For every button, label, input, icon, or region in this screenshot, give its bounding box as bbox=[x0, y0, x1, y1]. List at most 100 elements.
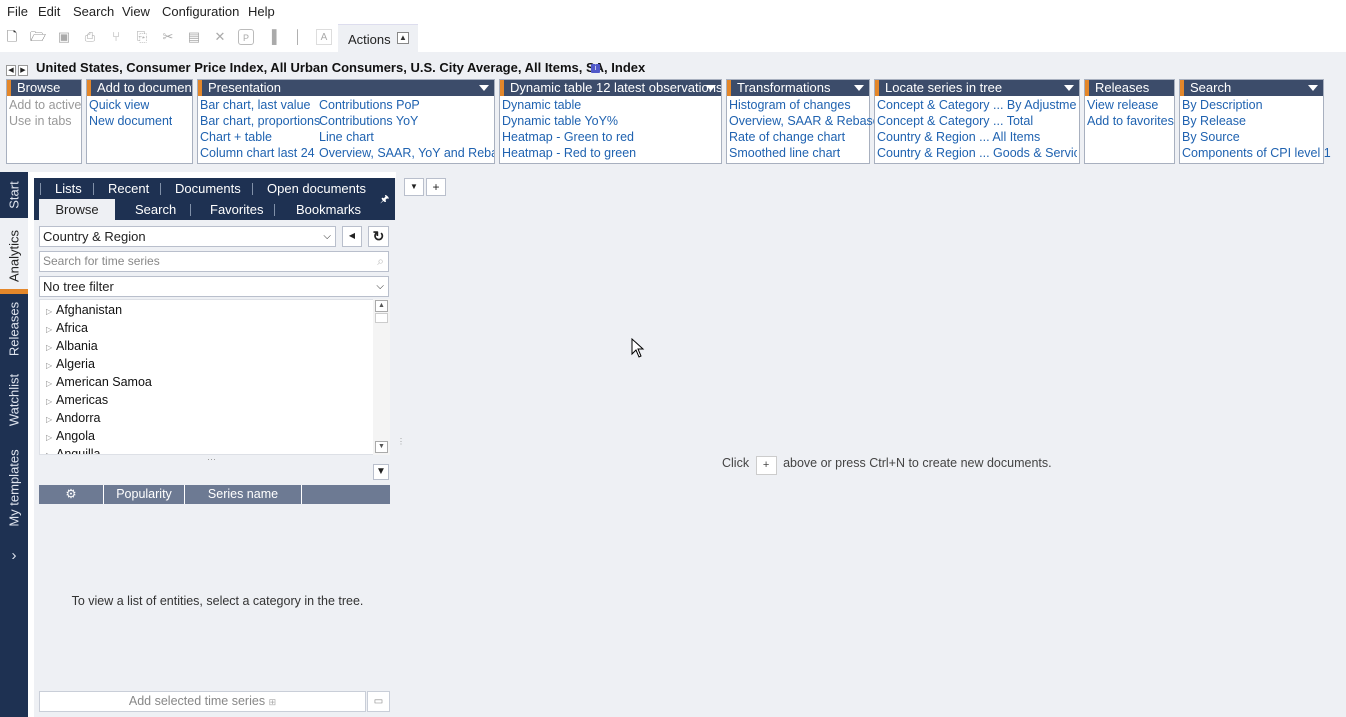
dropdown-icon[interactable] bbox=[1064, 85, 1074, 91]
splitter-handle[interactable]: ⋮ bbox=[397, 438, 405, 454]
dynamic-table-item[interactable]: Heatmap - Green to red bbox=[502, 129, 634, 145]
scroll-down-icon[interactable]: ▼ bbox=[375, 441, 388, 453]
scroll-thumb[interactable] bbox=[375, 313, 388, 323]
expand-icon[interactable]: ▷ bbox=[46, 448, 56, 454]
tree-node[interactable]: ▷ Andorra bbox=[46, 410, 100, 428]
side-tab-analytics[interactable]: Analytics bbox=[0, 218, 28, 294]
transformation-item[interactable]: Smoothed line chart bbox=[729, 145, 840, 161]
column-popularity[interactable]: Popularity bbox=[104, 485, 185, 504]
add-selected-button[interactable]: Add selected time series ⊞ bbox=[39, 691, 366, 712]
dropdown-icon[interactable] bbox=[1308, 85, 1318, 91]
tab-bookmarks[interactable]: Bookmarks bbox=[296, 202, 361, 217]
tree-node[interactable]: ▷ Algeria bbox=[46, 356, 95, 374]
expand-icon[interactable]: ▷ bbox=[46, 430, 56, 446]
actions-tab[interactable]: Actions ▲ bbox=[338, 24, 418, 52]
tree-scrollbar[interactable]: ▲ ▼ bbox=[373, 299, 390, 455]
search-item[interactable]: By Release bbox=[1182, 113, 1246, 129]
prev-icon[interactable]: ◀ bbox=[6, 65, 16, 76]
series-search-input[interactable]: Search for time series ⌕ bbox=[39, 251, 389, 272]
tab-recent[interactable]: Recent bbox=[108, 181, 149, 196]
view-release-action[interactable]: View release bbox=[1087, 97, 1158, 113]
tree-node[interactable]: ▷ Albania bbox=[46, 338, 98, 356]
group-header[interactable]: Search bbox=[1180, 80, 1323, 96]
expand-icon[interactable]: ▷ bbox=[46, 322, 56, 338]
column-icon[interactable]: │ bbox=[290, 29, 306, 45]
transformation-item[interactable]: Overview, SAAR & Rebase bbox=[729, 113, 880, 129]
expand-chevron-icon[interactable]: › bbox=[0, 544, 28, 568]
menu-help[interactable]: Help bbox=[248, 4, 275, 19]
menu-edit[interactable]: Edit bbox=[38, 4, 60, 19]
side-tab-start[interactable]: Start bbox=[0, 172, 28, 218]
expand-icon[interactable]: ▷ bbox=[46, 394, 56, 410]
open-folder-icon[interactable]: 🗁 bbox=[30, 29, 46, 45]
tab-lists[interactable]: Lists bbox=[55, 181, 82, 196]
search-item[interactable]: Components of CPI level 1 bbox=[1182, 145, 1331, 161]
toggle-icon[interactable]: ▭ bbox=[367, 691, 390, 712]
presentation-item[interactable]: Column chart last 24 bbox=[200, 145, 315, 161]
scroll-up-icon[interactable]: ▲ bbox=[375, 300, 388, 312]
dropdown-icon[interactable] bbox=[854, 85, 864, 91]
quick-view-action[interactable]: Quick view bbox=[89, 97, 149, 113]
expand-icon[interactable]: ▷ bbox=[46, 358, 56, 374]
tree-node[interactable]: ▷Anguilla bbox=[46, 446, 100, 454]
group-header[interactable]: Presentation bbox=[198, 80, 494, 96]
side-tab-watchlist[interactable]: Watchlist bbox=[0, 364, 28, 436]
transformation-item[interactable]: Rate of change chart bbox=[729, 129, 845, 145]
expand-icon[interactable]: ▷ bbox=[46, 412, 56, 428]
expand-icon[interactable]: ▷ bbox=[46, 376, 56, 392]
use-in-tabs-action[interactable]: Use in tabs bbox=[9, 113, 72, 129]
chart-icon[interactable]: ▐ bbox=[264, 29, 280, 45]
tree-node[interactable]: ▷ Americas bbox=[46, 392, 108, 410]
resize-grip-icon[interactable]: ⋯ bbox=[207, 454, 216, 465]
tree-node[interactable]: ▷ Angola bbox=[46, 428, 95, 446]
presentation-item[interactable]: Bar chart, proportions bbox=[200, 113, 320, 129]
tab-favorites[interactable]: Favorites bbox=[210, 202, 263, 217]
presentation-item[interactable]: Contributions PoP bbox=[319, 97, 420, 113]
transformation-item[interactable]: Histogram of changes bbox=[729, 97, 851, 113]
tab-search[interactable]: Search bbox=[135, 202, 176, 217]
delete-icon[interactable]: ✕ bbox=[212, 29, 228, 45]
cut-icon[interactable]: ✂ bbox=[160, 29, 176, 45]
info-icon[interactable]: i bbox=[591, 64, 600, 73]
gear-icon[interactable]: ⚙ bbox=[39, 485, 104, 504]
expand-icon[interactable]: ▷ bbox=[46, 340, 56, 356]
dropdown-icon[interactable] bbox=[479, 85, 489, 91]
collapse-icon[interactable]: ▲ bbox=[397, 32, 409, 44]
copy-icon[interactable]: ⎘ bbox=[134, 29, 150, 45]
dynamic-table-item[interactable]: Dynamic table bbox=[502, 97, 581, 113]
menu-search[interactable]: Search bbox=[73, 4, 114, 19]
share-icon[interactable]: ⑂ bbox=[108, 29, 124, 45]
new-document-button[interactable]: + bbox=[426, 178, 446, 196]
tab-open-documents[interactable]: Open documents bbox=[267, 181, 366, 196]
presentation-item[interactable]: Bar chart, last value bbox=[200, 97, 310, 113]
dimension-select[interactable]: Country & Region ⌵ bbox=[39, 226, 336, 247]
group-header[interactable]: Dynamic table 12 latest observations bbox=[500, 80, 721, 96]
tree-node[interactable]: ▷ Africa bbox=[46, 320, 88, 338]
search-item[interactable]: By Description bbox=[1182, 97, 1263, 113]
new-document-icon[interactable]: 🗋 bbox=[4, 29, 20, 45]
menu-file[interactable]: File bbox=[7, 4, 28, 19]
search-item[interactable]: By Source bbox=[1182, 129, 1240, 145]
add-to-active-action[interactable]: Add to active bbox=[9, 97, 81, 113]
new-document-action[interactable]: New document bbox=[89, 113, 172, 129]
save-icon[interactable]: ▣ bbox=[56, 29, 72, 45]
dynamic-table-item[interactable]: Dynamic table YoY% bbox=[502, 113, 618, 129]
column-series-name[interactable]: Series name bbox=[185, 485, 302, 504]
menu-configuration[interactable]: Configuration bbox=[162, 4, 239, 19]
locate-item[interactable]: Country & Region ... All Items bbox=[877, 129, 1077, 145]
side-tab-my-templates[interactable]: My templates bbox=[0, 436, 28, 540]
menu-view[interactable]: View bbox=[122, 4, 150, 19]
presentation-item[interactable]: Line chart bbox=[319, 129, 374, 145]
expand-icon[interactable]: ▷ bbox=[46, 304, 56, 320]
refresh-icon[interactable]: ↻ bbox=[368, 226, 389, 247]
pin-icon[interactable]: 🖈 bbox=[380, 192, 389, 209]
dropdown-icon[interactable] bbox=[706, 85, 716, 91]
back-button[interactable]: ◀ bbox=[342, 226, 362, 247]
text-a-icon[interactable]: A bbox=[316, 29, 332, 45]
locate-item[interactable]: Concept & Category ... By Adjustme... bbox=[877, 97, 1077, 113]
dynamic-table-item[interactable]: Heatmap - Red to green bbox=[502, 145, 636, 161]
paste-icon[interactable]: ▤ bbox=[186, 29, 202, 45]
side-tab-releases[interactable]: Releases bbox=[0, 294, 28, 364]
print-icon[interactable]: ⎙ bbox=[82, 29, 98, 45]
tree-node[interactable]: ▷ American Samoa bbox=[46, 374, 152, 392]
